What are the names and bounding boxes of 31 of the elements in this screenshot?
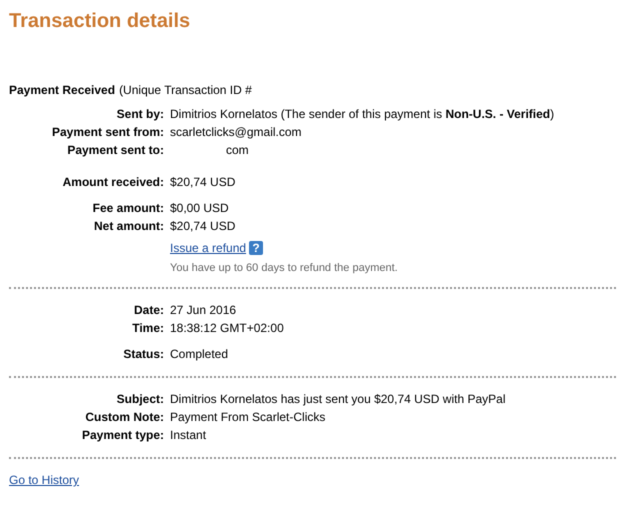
field-label: Status: xyxy=(122,346,164,363)
field-label: Sent by: xyxy=(116,106,164,123)
field-label: Time: xyxy=(131,320,164,337)
field-value: com xyxy=(226,142,249,159)
field-value: Payment From Scarlet-Clicks xyxy=(170,409,326,426)
field-label: Payment sent from: xyxy=(50,124,164,141)
payment-status-heading: Payment Received xyxy=(9,83,116,97)
page-title: Transaction details xyxy=(9,10,192,33)
field-label: Net amount: xyxy=(93,218,164,235)
transaction-id-text: (Unique Transaction ID # xyxy=(119,83,252,97)
field-value: Dimitrios Kornelatos (The sender of this payment is Non-U.S. - Verified) xyxy=(170,106,554,123)
field-label: Payment type: xyxy=(80,427,164,444)
refund-note: You have up to 60 days to refund the payment. xyxy=(170,262,399,274)
field-label: Payment sent to: xyxy=(66,142,164,159)
field-label: Date: xyxy=(132,302,164,319)
refund-link[interactable]: Issue a refund xyxy=(170,241,246,255)
history-link[interactable]: Go to History xyxy=(9,473,80,487)
help-icon[interactable]: ? xyxy=(249,241,264,255)
field-value: scarletclicks@gmail.com xyxy=(170,124,302,141)
field-value: Instant xyxy=(170,427,206,444)
field-value: 27 Jun 2016 xyxy=(170,302,236,319)
field-label: Fee amount: xyxy=(92,200,164,217)
field-label: Amount received: xyxy=(62,174,164,191)
field-value: 18:38:12 GMT+02:00 xyxy=(170,320,284,337)
field-label: Subject: xyxy=(116,391,164,408)
field-value: Completed xyxy=(170,346,228,363)
field-label: Custom Note: xyxy=(84,409,164,426)
field-value: Dimitrios Kornelatos has just sent you $20,74 USD with PayPal xyxy=(170,391,506,408)
field-value: $20,74 USD xyxy=(170,218,236,235)
field-value: $0,00 USD xyxy=(170,200,229,217)
field-value: $20,74 USD xyxy=(170,174,236,191)
